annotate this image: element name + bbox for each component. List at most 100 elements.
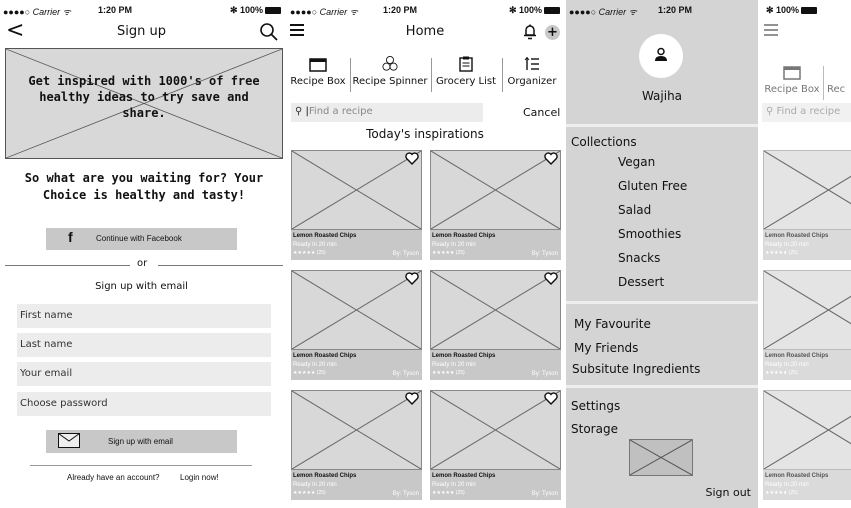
menu-storage[interactable]: Storage bbox=[571, 422, 618, 436]
recipe-caption: Lemon Roasted Chips Ready In 20 min ★★★★★ … bbox=[763, 350, 851, 380]
menu-my-favourite[interactable]: My Favourite bbox=[574, 317, 651, 331]
search-icon[interactable] bbox=[259, 22, 279, 42]
cancel-button[interactable]: Cancel bbox=[523, 106, 560, 119]
login-now-link[interactable]: Login now! bbox=[180, 473, 219, 482]
tool-recipe-spinner[interactable]: Rec bbox=[827, 60, 851, 104]
heart-icon[interactable] bbox=[544, 152, 558, 165]
tool-grocery-list[interactable]: Grocery List bbox=[432, 52, 500, 96]
hamburger-menu-icon[interactable] bbox=[764, 24, 778, 36]
recipe-card[interactable]: Lemon Roasted Chips Ready In 20 min ★★★★★ … bbox=[763, 390, 851, 500]
recipe-card[interactable]: Lemon Roasted Chips Ready In 20 min ★★★★★ … bbox=[763, 270, 851, 380]
search-input[interactable]: ⚲ |Find a recipe bbox=[291, 103, 483, 122]
menu-collection-smoothies[interactable]: Smoothies bbox=[618, 227, 681, 241]
signup-screen: ●●●●○ Carrier ᯤ 1:20 PM ✻ 100% < Sign up… bbox=[0, 0, 283, 508]
recipe-rating: ★★★★★ (25) bbox=[432, 490, 465, 496]
recipe-caption: Lemon Roasted Chips Ready In 20 min ★★★★★ … bbox=[430, 350, 561, 380]
menu-substitute-ingredients[interactable]: Subsitute Ingredients bbox=[572, 362, 700, 376]
avatar[interactable] bbox=[639, 34, 683, 78]
facebook-icon: f bbox=[68, 229, 73, 245]
recipe-ready-time: Ready In 20 min bbox=[432, 482, 476, 488]
recipe-author: By: Tyson bbox=[531, 491, 558, 497]
facebook-button-label: Continue with Facebook bbox=[96, 234, 182, 243]
menu-collection-dessert[interactable]: Dessert bbox=[618, 275, 664, 289]
side-menu-screen: ●●●●○ Carrier ᯤ 1:20 PM Wajiha Collectio… bbox=[566, 0, 758, 508]
battery-label: ✻ 100% bbox=[766, 5, 800, 15]
tool-recipe-spinner[interactable]: Recipe Spinner bbox=[351, 52, 429, 96]
recipe-card[interactable]: Lemon Roasted Chips Ready In 20 min ★★★★★ … bbox=[430, 390, 561, 500]
recipe-image-placeholder bbox=[291, 270, 422, 350]
recipe-card[interactable]: Lemon Roasted Chips Ready In 20 min ★★★★★ … bbox=[430, 150, 561, 260]
heart-icon[interactable] bbox=[405, 392, 419, 405]
recipe-ready-time: Ready In 20 min bbox=[765, 362, 809, 368]
continue-with-facebook-button[interactable]: f Continue with Facebook bbox=[46, 228, 237, 250]
tool-label: Recipe Box bbox=[290, 76, 346, 87]
recipe-caption: Lemon Roasted Chips Ready In 20 min ★★★★★ … bbox=[291, 470, 422, 500]
recipe-image-placeholder bbox=[291, 150, 422, 230]
recipe-rating: ★★★★★ (25) bbox=[293, 250, 326, 256]
recipe-caption: Lemon Roasted Chips Ready In 20 min ★★★★★ … bbox=[291, 350, 422, 380]
recipe-author: By: Tyson bbox=[392, 371, 419, 377]
heart-icon[interactable] bbox=[544, 392, 558, 405]
page-title: Sign up bbox=[117, 24, 166, 39]
promo-text: So what are you waiting for? Your Choice… bbox=[24, 171, 264, 202]
search-icon: ⚲ bbox=[295, 106, 303, 117]
recipe-title: Lemon Roasted Chips bbox=[765, 353, 829, 359]
tool-label: Recipe Spinner bbox=[352, 76, 428, 87]
recipe-card[interactable]: Lemon Roasted Chips Ready In 20 min ★★★★★ … bbox=[291, 150, 422, 260]
first-name-field[interactable]: First name bbox=[17, 304, 271, 328]
menu-my-friends[interactable]: My Friends bbox=[574, 341, 638, 355]
menu-collection-salad[interactable]: Salad bbox=[618, 203, 651, 217]
heart-icon[interactable] bbox=[405, 152, 419, 165]
carrier-label: ●●●●○ Carrier ᯤ bbox=[3, 7, 71, 17]
menu-collection-snacks[interactable]: Snacks bbox=[618, 251, 660, 265]
recipe-caption: Lemon Roasted Chips Ready In 20 min ★★★★★ … bbox=[430, 470, 561, 500]
recipe-caption: Lemon Roasted Chips Ready In 20 min ★★★★★ … bbox=[763, 230, 851, 260]
recipe-author: By: Tyson bbox=[531, 371, 558, 377]
heart-icon[interactable] bbox=[405, 272, 419, 285]
signup-with-email-heading: Sign up with email bbox=[95, 281, 188, 292]
tool-recipe-box[interactable]: Recipe Box bbox=[762, 60, 822, 104]
recipe-ready-time: Ready In 20 min bbox=[765, 482, 809, 488]
signup-with-email-button[interactable]: Sign up with email bbox=[46, 430, 237, 453]
menu-collection-vegan[interactable]: Vegan bbox=[618, 155, 655, 169]
tool-recipe-box[interactable]: Recipe Box bbox=[287, 52, 349, 96]
search-input[interactable]: ⚲ Find a recipe bbox=[762, 103, 851, 122]
email-field[interactable]: Your email bbox=[17, 362, 271, 386]
tool-label: Rec bbox=[827, 84, 846, 95]
recipe-ready-time: Ready In 20 min bbox=[293, 242, 337, 248]
recipe-caption: Lemon Roasted Chips Ready In 20 min ★★★★★ … bbox=[763, 470, 851, 500]
tool-bar: Recipe Box Recipe Spinner Grocery List O… bbox=[287, 52, 563, 100]
user-icon bbox=[655, 47, 667, 61]
carrier-label: ●●●●○ Carrier ᯤ bbox=[290, 7, 358, 17]
recipe-card[interactable]: Lemon Roasted Chips Ready In 20 min ★★★★★ … bbox=[430, 270, 561, 380]
menu-collections[interactable]: Collections bbox=[571, 135, 637, 149]
tool-label: Organizer bbox=[507, 76, 557, 87]
divider bbox=[566, 301, 758, 304]
divider bbox=[566, 385, 758, 388]
recipe-spinner-icon bbox=[382, 56, 398, 71]
menu-settings[interactable]: Settings bbox=[571, 399, 620, 413]
recipe-ready-time: Ready In 20 min bbox=[293, 482, 337, 488]
recipe-rating: ★★★★★ (25) bbox=[765, 250, 798, 256]
heart-icon[interactable] bbox=[544, 272, 558, 285]
add-button[interactable]: + bbox=[545, 25, 560, 40]
recipe-box-icon bbox=[309, 58, 327, 72]
recipe-card[interactable]: Lemon Roasted Chips Ready In 20 min ★★★★★ … bbox=[763, 150, 851, 260]
recipe-box-icon bbox=[783, 66, 801, 80]
last-name-field[interactable]: Last name bbox=[17, 333, 271, 357]
password-field[interactable]: Choose password bbox=[17, 392, 271, 416]
bell-icon[interactable] bbox=[523, 24, 537, 40]
tool-label: Grocery List bbox=[435, 76, 497, 87]
menu-collection-gluten-free[interactable]: Gluten Free bbox=[618, 179, 687, 193]
recipe-card[interactable]: Lemon Roasted Chips Ready In 20 min ★★★★★ … bbox=[291, 270, 422, 380]
status-bar: ●●●●○ Carrier ᯤ 1:20 PM bbox=[566, 0, 758, 20]
home-screen-peek: ✻ 100% Recipe Box Rec ⚲ Find a recipe Le… bbox=[758, 0, 851, 508]
recipe-title: Lemon Roasted Chips bbox=[765, 233, 829, 239]
status-bar: ✻ 100% bbox=[758, 0, 851, 20]
tool-organizer[interactable]: Organizer bbox=[503, 52, 561, 96]
recipe-image-placeholder bbox=[430, 270, 561, 350]
recipe-card[interactable]: Lemon Roasted Chips Ready In 20 min ★★★★★ … bbox=[291, 390, 422, 500]
divider bbox=[158, 265, 283, 266]
sign-out-button[interactable]: Sign out bbox=[705, 486, 751, 499]
recipe-rating: ★★★★★ (25) bbox=[293, 490, 326, 496]
